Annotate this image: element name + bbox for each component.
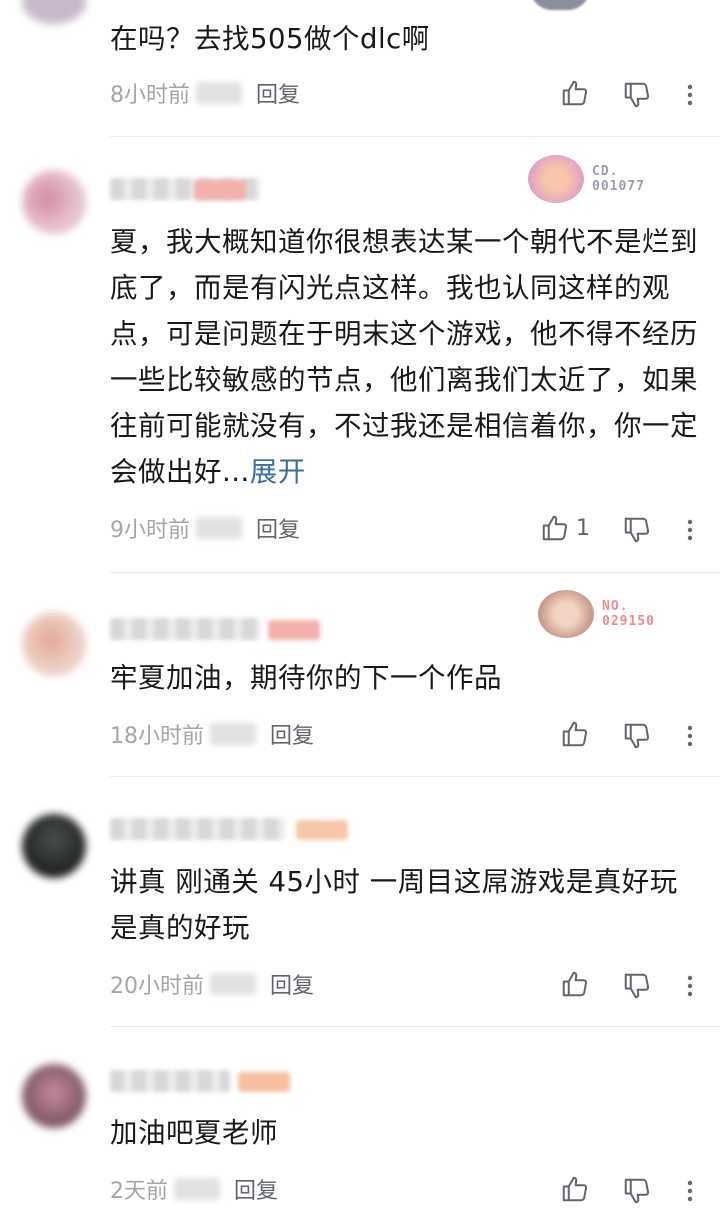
reply-button[interactable]: 回复 <box>270 968 314 1000</box>
username[interactable] <box>110 818 285 840</box>
sticker-number: CD. 001077 <box>592 164 645 194</box>
like-button[interactable]: 1 <box>540 511 590 545</box>
ip-location <box>210 973 256 995</box>
like-button[interactable] <box>560 967 590 1001</box>
comment-text: 讲真 刚通关 45小时 一周目这屌游戏是真好玩是真的好玩 <box>110 866 678 944</box>
level-badge <box>194 180 246 200</box>
more-button[interactable] <box>680 513 700 547</box>
comment-text: 夏，我大概知道你很想表达某一个朝代不是烂到底了，而是有闪光点这样。我也认同这样的… <box>110 219 700 495</box>
reply-button[interactable]: 回复 <box>234 1173 278 1205</box>
thumb-up-icon <box>560 78 590 108</box>
more-vertical-icon <box>680 515 700 545</box>
level-badge <box>268 620 320 640</box>
thumb-down-icon <box>622 80 652 110</box>
username[interactable] <box>110 618 260 640</box>
reply-button[interactable]: 回复 <box>270 718 314 750</box>
more-vertical-icon <box>680 80 700 110</box>
sticker-number: NO. 029150 <box>602 599 655 629</box>
thumb-up-icon <box>560 1174 590 1204</box>
comment-time: 20小时前 <box>110 974 204 999</box>
username[interactable] <box>110 1070 230 1092</box>
comment-text: 在吗？去找505做个dlc啊 <box>110 23 430 55</box>
thumb-down-icon <box>622 721 652 751</box>
reply-button[interactable]: 回复 <box>256 77 300 109</box>
ip-location <box>196 517 242 539</box>
comment-time: 2天前 <box>110 1179 168 1204</box>
comment-text-content: 夏，我大概知道你很想表达某一个朝代不是烂到底了，而是有闪光点这样。我也认同这样的… <box>110 226 698 488</box>
fan-sticker: CD. 001077 <box>528 155 645 203</box>
expand-link[interactable]: 展开 <box>250 456 306 488</box>
dislike-button[interactable] <box>622 513 652 547</box>
reply-button[interactable]: 回复 <box>256 512 300 544</box>
dislike-button[interactable] <box>622 1174 652 1208</box>
dislike-button[interactable] <box>622 969 652 1003</box>
comment-meta: 20小时前 回复 <box>110 969 314 999</box>
comment-time: 8小时前 <box>110 83 190 108</box>
more-button[interactable] <box>680 1174 700 1208</box>
comment-meta: 18小时前 回复 <box>110 719 314 749</box>
comment-time: 9小时前 <box>110 518 190 543</box>
like-button[interactable] <box>560 717 590 751</box>
like-button[interactable] <box>560 1172 590 1206</box>
more-button[interactable] <box>680 719 700 753</box>
more-button[interactable] <box>680 78 700 112</box>
avatar[interactable] <box>22 1064 86 1128</box>
divider <box>110 572 720 573</box>
sticker-image <box>538 590 594 638</box>
decoration-sticker <box>530 0 590 10</box>
thumb-down-icon <box>622 1176 652 1206</box>
more-button[interactable] <box>680 969 700 1003</box>
comment-meta: 8小时前 回复 <box>110 78 300 108</box>
divider <box>110 776 720 777</box>
sticker-image <box>528 155 584 203</box>
thumb-down-icon <box>622 971 652 1001</box>
ip-location <box>174 1178 220 1200</box>
more-vertical-icon <box>680 1176 700 1206</box>
like-button[interactable] <box>560 76 590 110</box>
divider <box>110 136 720 137</box>
thumb-up-icon <box>560 969 590 999</box>
comment-text: 加油吧夏老师 <box>110 1117 278 1149</box>
comment-text: 牢夏加油，期待你的下一个作品 <box>110 662 502 694</box>
fan-sticker: NO. 029150 <box>538 590 655 638</box>
dislike-button[interactable] <box>622 719 652 753</box>
avatar[interactable] <box>22 814 86 878</box>
ip-location <box>210 723 256 745</box>
more-vertical-icon <box>680 721 700 751</box>
dislike-button[interactable] <box>622 78 652 112</box>
avatar[interactable] <box>22 612 86 676</box>
divider <box>110 1026 720 1027</box>
comment-meta: 2天前 回复 <box>110 1174 278 1204</box>
ip-location <box>196 82 242 104</box>
thumb-up-icon <box>540 513 570 543</box>
more-vertical-icon <box>680 971 700 1001</box>
like-count: 1 <box>576 515 590 541</box>
comment-meta: 9小时前 回复 <box>110 513 300 543</box>
avatar[interactable] <box>22 0 86 24</box>
thumb-down-icon <box>622 515 652 545</box>
avatar[interactable] <box>22 170 86 234</box>
level-badge <box>238 1072 290 1092</box>
level-badge <box>296 820 348 840</box>
thumb-up-icon <box>560 719 590 749</box>
comment-time: 18小时前 <box>110 724 204 749</box>
